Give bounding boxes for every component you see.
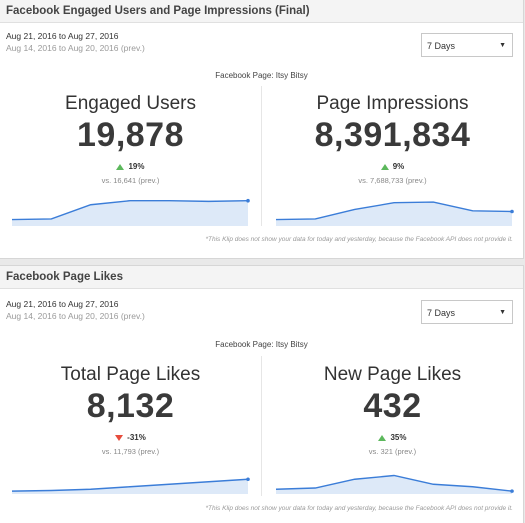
sparkline-area [12,200,248,226]
metric-name: Total Page Likes [60,364,201,385]
metric-previous: vs. 16,641 (prev.) [101,176,160,185]
metric-previous: vs. 11,793 (prev.) [101,447,160,456]
metric-previous: vs. 7,688,733 (prev.) [358,176,427,185]
sparkline-new-page-likes [275,474,514,494]
arrow-up-icon [380,163,389,170]
metric-name: Page Impressions [316,93,469,114]
chevron-down-icon: ▼ [499,309,506,316]
sparkline-area [276,202,512,226]
arrow-up-icon [378,434,387,441]
metric-change-value: 9% [392,162,405,171]
metric-value: 8,132 [86,387,175,425]
metric-engaged-users: Engaged Users 19,878 19% vs. 16,641 (pre… [0,93,261,187]
range-select[interactable]: 7 Days ▼ [421,33,513,57]
metric-previous: vs. 321 (prev.) [368,447,417,456]
sparkline-endpoint [510,209,514,214]
metric-value: 8,391,834 [314,116,471,154]
metric-name: New Page Likes [323,364,462,385]
metric-new-page-likes: New Page Likes 432 35% vs. 321 (prev.) [262,364,523,458]
metric-value: 432 [363,387,422,425]
sparkline-endpoint [246,198,250,203]
page-label: Facebook Page: Itsy Bitsy [215,71,308,80]
klip-title: Facebook Page Likes [0,266,523,289]
metric-change-value: -31% [127,433,146,442]
sparkline-area [276,475,512,494]
sparkline-total-page-likes [11,477,250,494]
date-range: Aug 21, 2016 to Aug 27, 2016 Aug 14, 201… [6,30,145,54]
sparkline-endpoint [510,489,514,493]
metric-value: 19,878 [77,116,184,154]
metric-change: 35% [262,432,523,444]
arrow-down-icon [115,434,124,441]
page-label: Facebook Page: Itsy Bitsy [215,340,308,349]
metric-change: -31% [0,432,261,444]
date-current: Aug 21, 2016 to Aug 27, 2016 [6,299,119,309]
metric-change: 9% [262,161,523,173]
sparkline-engaged-users [11,198,250,226]
metric-change: 19% [0,161,261,173]
date-range: Aug 21, 2016 to Aug 27, 2016 Aug 14, 201… [6,298,145,322]
api-footnote: *This Klip does not show your data for t… [205,236,514,243]
api-footnote: *This Klip does not show your data for t… [205,505,514,512]
date-previous: Aug 14, 2016 to Aug 20, 2016 (prev.) [6,311,145,321]
date-current: Aug 21, 2016 to Aug 27, 2016 [6,31,119,41]
klip-engaged-impressions: Facebook Engaged Users and Page Impressi… [0,0,523,258]
metric-change-value: 35% [390,433,407,442]
range-select-value: 7 Days [427,41,456,51]
date-previous: Aug 14, 2016 to Aug 20, 2016 (prev.) [6,43,145,53]
klip-title: Facebook Engaged Users and Page Impressi… [0,0,523,23]
range-select-value: 7 Days [427,308,456,318]
metric-change-value: 19% [128,162,145,171]
chevron-down-icon: ▼ [499,42,506,49]
metric-page-impressions: Page Impressions 8,391,834 9% vs. 7,688,… [262,93,523,187]
arrow-up-icon [116,163,125,170]
metric-name: Engaged Users [65,93,196,114]
sparkline-endpoint [246,477,250,482]
klip-page-likes: Facebook Page Likes Aug 21, 2016 to Aug … [0,266,523,523]
metric-total-page-likes: Total Page Likes 8,132 -31% vs. 11,793 (… [0,364,261,458]
range-select[interactable]: 7 Days ▼ [421,300,513,324]
sparkline-page-impressions [275,201,514,226]
